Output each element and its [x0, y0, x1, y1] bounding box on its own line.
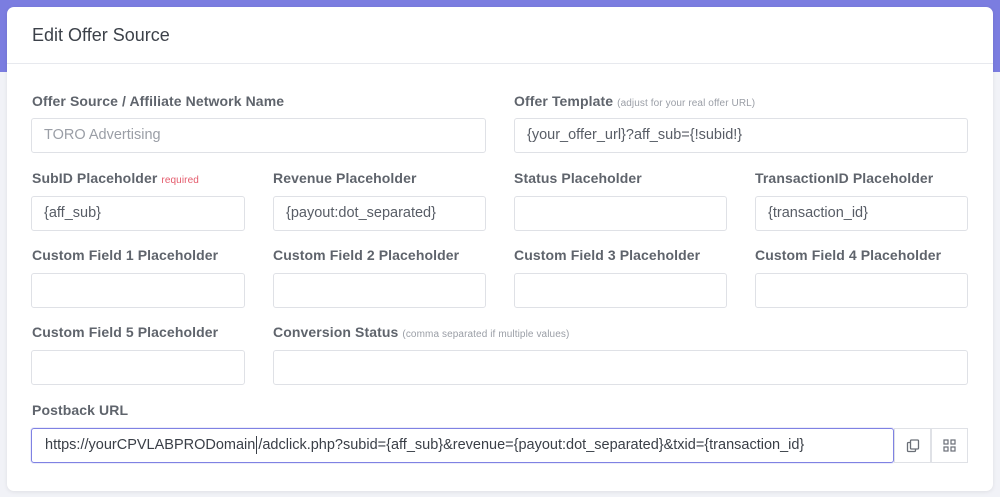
custom-field-5-input[interactable] — [31, 350, 245, 385]
custom4-label-text: Custom Field 4 Placeholder — [755, 247, 942, 263]
custom-field-3-label: Custom Field 3 Placeholder — [514, 247, 700, 263]
modal-header: Edit Offer Source — [7, 7, 993, 64]
offer-template-label-text: Offer Template — [514, 93, 614, 109]
offer-source-name-label: Offer Source / Affiliate Network Name — [32, 93, 284, 109]
postback-url-input[interactable]: https://yourCPVLABPRODomain/adclick.php?… — [31, 428, 894, 463]
subid-value: {aff_sub} — [44, 205, 101, 221]
custom-field-4-input[interactable] — [755, 273, 968, 308]
custom-field-1-label: Custom Field 1 Placeholder — [32, 247, 218, 263]
offer-template-value: {your_offer_url}?aff_sub={!subid!} — [527, 127, 743, 143]
status-placeholder-input[interactable] — [514, 196, 727, 231]
revenue-placeholder-label: Revenue Placeholder — [273, 170, 417, 186]
revenue-value: {payout:dot_separated} — [286, 205, 436, 221]
postback-url-value-end: /adclick.php?subid={aff_sub}&revenue={pa… — [258, 437, 805, 453]
subid-placeholder-label: SubID Placeholder required — [32, 170, 199, 186]
modal-title: Edit Offer Source — [32, 24, 170, 45]
grid-icon — [943, 439, 956, 452]
copy-button[interactable] — [894, 428, 931, 463]
transactionid-placeholder-label: TransactionID Placeholder — [755, 170, 933, 186]
txid-label-text: TransactionID Placeholder — [755, 170, 934, 186]
offer-template-label: Offer Template (adjust for your real offe… — [514, 93, 755, 109]
custom-field-5-label: Custom Field 5 Placeholder — [32, 324, 218, 340]
offer-source-name-input[interactable]: TORO Advertising — [31, 118, 486, 153]
transactionid-placeholder-input[interactable]: {transaction_id} — [755, 196, 968, 231]
conversion-status-hint: (comma separated if multiple values) — [402, 329, 570, 340]
custom-field-4-label: Custom Field 4 Placeholder — [755, 247, 941, 263]
txid-value: {transaction_id} — [768, 205, 868, 221]
custom1-label-text: Custom Field 1 Placeholder — [32, 247, 219, 263]
offer-template-input[interactable]: {your_offer_url}?aff_sub={!subid!} — [514, 118, 968, 153]
postback-url-label: Postback URL — [32, 402, 128, 418]
status-placeholder-label: Status Placeholder — [514, 170, 642, 186]
copy-icon — [906, 438, 919, 452]
custom-field-2-label: Custom Field 2 Placeholder — [273, 247, 459, 263]
offer-source-name-label-text: Offer Source / Affiliate Network Name — [32, 93, 285, 109]
subid-label-text: SubID Placeholder — [32, 170, 158, 186]
custom5-label-text: Custom Field 5 Placeholder — [32, 324, 219, 340]
conversion-status-input[interactable] — [273, 350, 968, 385]
postback-url-value-start: https://yourCPVLABPRODomain — [45, 437, 256, 453]
revenue-placeholder-input[interactable]: {payout:dot_separated} — [273, 196, 486, 231]
conversion-label-text: Conversion Status — [273, 324, 399, 340]
custom3-label-text: Custom Field 3 Placeholder — [514, 247, 701, 263]
offer-template-hint: (adjust for your real offer URL) — [617, 98, 756, 109]
postback-label-text: Postback URL — [32, 402, 129, 418]
custom-field-2-input[interactable] — [273, 273, 486, 308]
custom-field-1-input[interactable] — [31, 273, 245, 308]
conversion-status-label: Conversion Status (comma separated if mul… — [273, 324, 569, 340]
revenue-label-text: Revenue Placeholder — [273, 170, 417, 186]
required-indicator: required — [161, 175, 199, 186]
subid-placeholder-input[interactable]: {aff_sub} — [31, 196, 245, 231]
offer-source-name-placeholder: TORO Advertising — [44, 127, 161, 143]
status-label-text: Status Placeholder — [514, 170, 642, 186]
custom2-label-text: Custom Field 2 Placeholder — [273, 247, 460, 263]
custom-field-3-input[interactable] — [514, 273, 727, 308]
qr-code-button[interactable] — [931, 428, 968, 463]
